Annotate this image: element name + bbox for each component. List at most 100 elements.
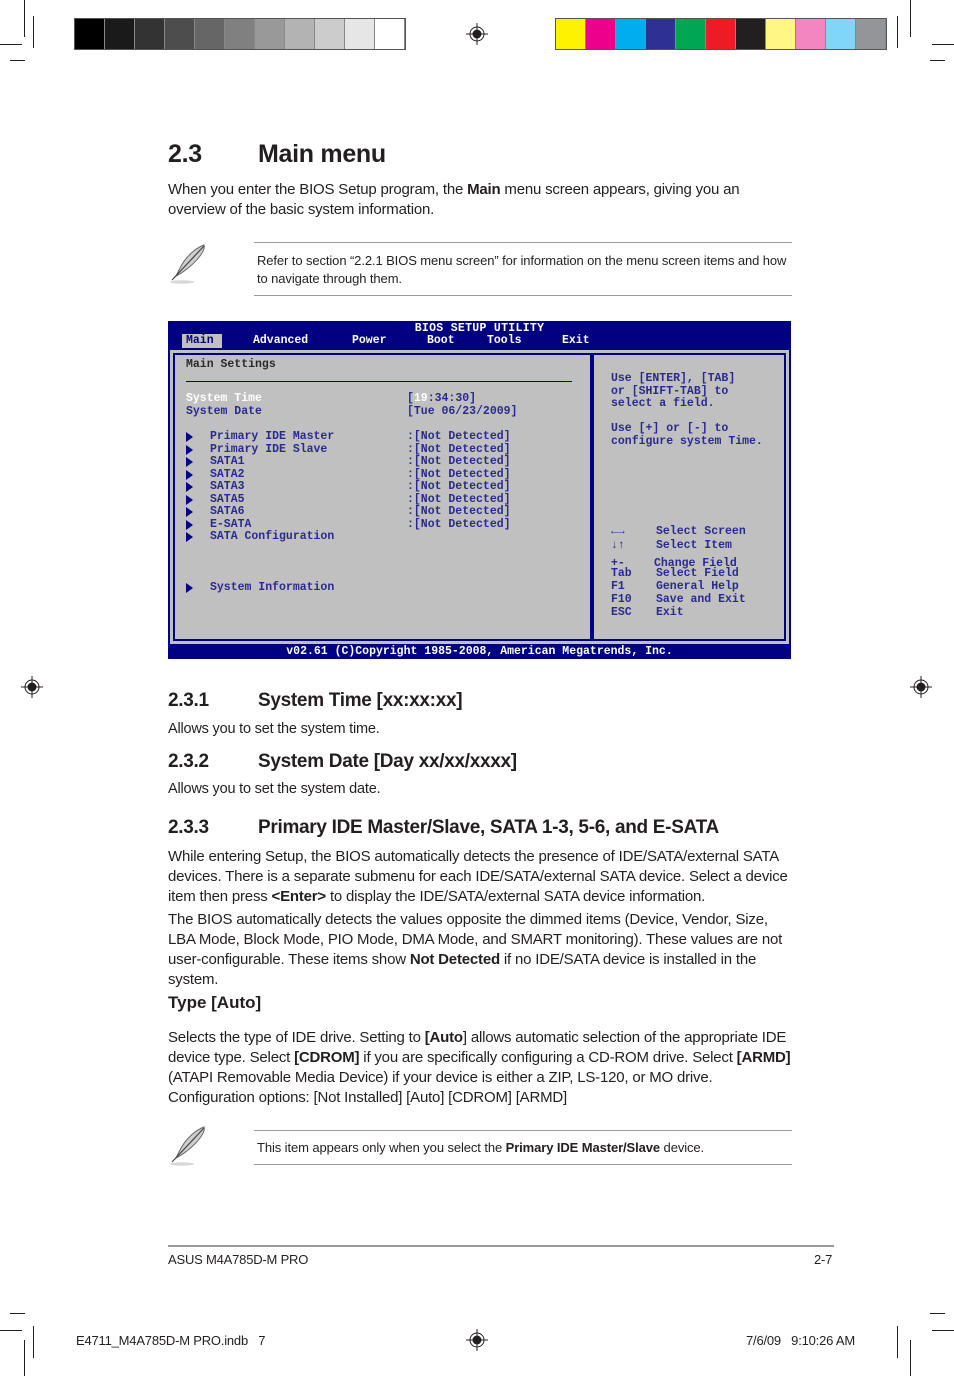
crop-mark <box>932 44 954 45</box>
bios-tab-exit[interactable]: Exit <box>562 334 590 348</box>
bios-system-information[interactable]: System Information <box>210 581 334 595</box>
color-swatch <box>706 19 736 49</box>
bios-device-value: :[Not Detected] <box>407 455 511 468</box>
bios-key: ESC <box>611 605 632 619</box>
footer-product: ASUS M4A785D-M PRO <box>168 1252 309 1267</box>
bios-system-time-label[interactable]: System Time <box>186 392 262 406</box>
crop-mark <box>10 60 25 61</box>
bios-tab-power[interactable]: Power <box>352 334 387 348</box>
crop-mark <box>24 1340 25 1376</box>
bios-tab-main[interactable]: Main <box>182 334 222 348</box>
color-swatch <box>285 19 315 49</box>
type-auto-paragraph: Selects the type of IDE drive. Setting t… <box>168 1029 791 1106</box>
bios-key-action: Select Item <box>656 539 732 552</box>
subsection-heading: 2.3.2 System Date [Day xx/xx/xxxx] <box>168 751 517 772</box>
crop-mark <box>910 0 911 37</box>
subsection-paragraph: The BIOS automatically detects the value… <box>168 911 783 988</box>
color-swatch <box>375 19 405 49</box>
bios-device-item[interactable]: SATA1 <box>210 455 245 469</box>
bios-panel-title: Main Settings <box>186 358 276 371</box>
slug-date: 7/6/09 9:10:26 AM <box>746 1333 855 1348</box>
color-swatch <box>225 19 255 49</box>
color-swatch <box>676 19 706 49</box>
color-swatch <box>796 19 826 49</box>
bios-help-line: Use [ENTER], [TAB] <box>611 372 736 385</box>
feather-pen-icon <box>170 244 205 284</box>
bios-device-value: :[Not Detected] <box>407 480 511 493</box>
color-swatch <box>826 19 856 49</box>
bios-menu-bar: Main Advanced Power Boot Tools Exit <box>168 334 791 349</box>
color-swatch <box>736 19 766 49</box>
submenu-arrow-icon <box>186 469 193 480</box>
slug-file: E4711_M4A785D-M PRO.indb 7 <box>76 1333 266 1348</box>
bios-device-item[interactable]: SATA Configuration <box>210 530 334 544</box>
bios-key: F1 <box>611 580 625 593</box>
subsection-body: Allows you to set the system time. <box>168 721 380 737</box>
color-swatch <box>766 19 796 49</box>
bios-tab-advanced[interactable]: Advanced <box>253 334 308 348</box>
subsection-heading: 2.3.1 System Time [xx:xx:xx] <box>168 690 463 711</box>
crop-mark <box>24 0 25 37</box>
bios-key-action: Exit <box>656 605 684 619</box>
bios-footer: v02.61 (C)Copyright 1985-2008, American … <box>286 645 673 658</box>
bios-help-line: select a field. <box>611 397 715 410</box>
bios-device-item[interactable]: SATA3 <box>210 480 245 494</box>
color-swatch <box>856 19 886 49</box>
color-swatch <box>105 19 135 49</box>
color-swatch <box>345 19 375 49</box>
registration-mark-icon <box>910 676 932 698</box>
bios-system-time-value[interactable]: [19:34:30] <box>407 392 476 406</box>
submenu-arrow-icon <box>186 532 193 542</box>
bios-device-item[interactable]: SATA6 <box>210 505 245 519</box>
bios-tab-boot[interactable]: Boot <box>427 334 455 348</box>
color-swatch <box>646 19 676 49</box>
grayscale-color-bar <box>74 18 406 50</box>
feather-pen-icon <box>170 1126 205 1166</box>
subsection-heading: 2.3.3 Primary IDE Master/Slave, SATA 1-3,… <box>168 817 719 838</box>
subsection-body: Allows you to set the system date. <box>168 781 381 797</box>
section-heading: 2.3 Main menu <box>168 140 386 169</box>
bios-system-date-value[interactable]: [Tue 06/23/2009] <box>407 405 517 419</box>
intro-paragraph: When you enter the BIOS Setup program, t… <box>168 181 740 218</box>
bios-tab-tools[interactable]: Tools <box>487 334 522 348</box>
process-color-bar <box>555 18 887 50</box>
bios-help-line: configure system Time. <box>611 434 763 448</box>
note-box: Refer to section “2.2.1 BIOS menu screen… <box>166 242 792 298</box>
section-title: Main menu <box>258 140 386 168</box>
note-box: This item appears only when you select t… <box>166 1124 792 1168</box>
bios-divider <box>186 381 572 382</box>
bios-device-value: :[Not Detected] <box>407 505 511 518</box>
bios-key-action: Select Field <box>656 567 739 580</box>
footer-page-number: 2-7 <box>814 1252 833 1267</box>
note-text: Refer to section “2.2.1 BIOS menu screen… <box>257 253 787 286</box>
color-swatch <box>165 19 195 49</box>
bios-device-item[interactable]: Primary IDE Master <box>210 430 334 444</box>
color-swatch <box>195 19 225 49</box>
color-swatch <box>135 19 165 49</box>
bios-body: Main Settings System Time [19:34:30] Sys… <box>170 350 789 644</box>
bios-screen: BIOS SETUP UTILITY Main Advanced Power B… <box>168 321 791 659</box>
submenu-arrow-icon <box>186 494 193 505</box>
bios-system-date-label[interactable]: System Date <box>186 405 262 419</box>
submenu-arrow-icon <box>186 583 193 593</box>
crop-mark <box>33 1326 34 1358</box>
registration-mark-icon <box>21 676 43 698</box>
registration-mark-icon <box>466 1329 488 1351</box>
subsection-paragraph: While entering Setup, the BIOS automatic… <box>168 848 788 905</box>
bios-key: ←→ <box>611 525 625 538</box>
bios-device-value: :[Not Detected] <box>407 430 511 443</box>
crop-mark <box>33 16 34 48</box>
bios-key-action: General Help <box>656 580 739 593</box>
crop-mark <box>897 1326 898 1358</box>
submenu-arrow-icon <box>186 457 193 467</box>
crop-mark <box>0 1330 22 1331</box>
crop-mark <box>910 1340 911 1376</box>
color-swatch <box>616 19 646 49</box>
submenu-arrow-icon <box>186 519 193 530</box>
crop-mark <box>930 60 945 61</box>
type-auto-heading: Type [Auto] <box>168 993 262 1012</box>
footer-rule <box>168 1245 834 1247</box>
crop-mark <box>0 44 22 45</box>
bios-key: Tab <box>611 567 632 580</box>
bios-help-line: Use [+] or [-] to <box>611 422 729 435</box>
